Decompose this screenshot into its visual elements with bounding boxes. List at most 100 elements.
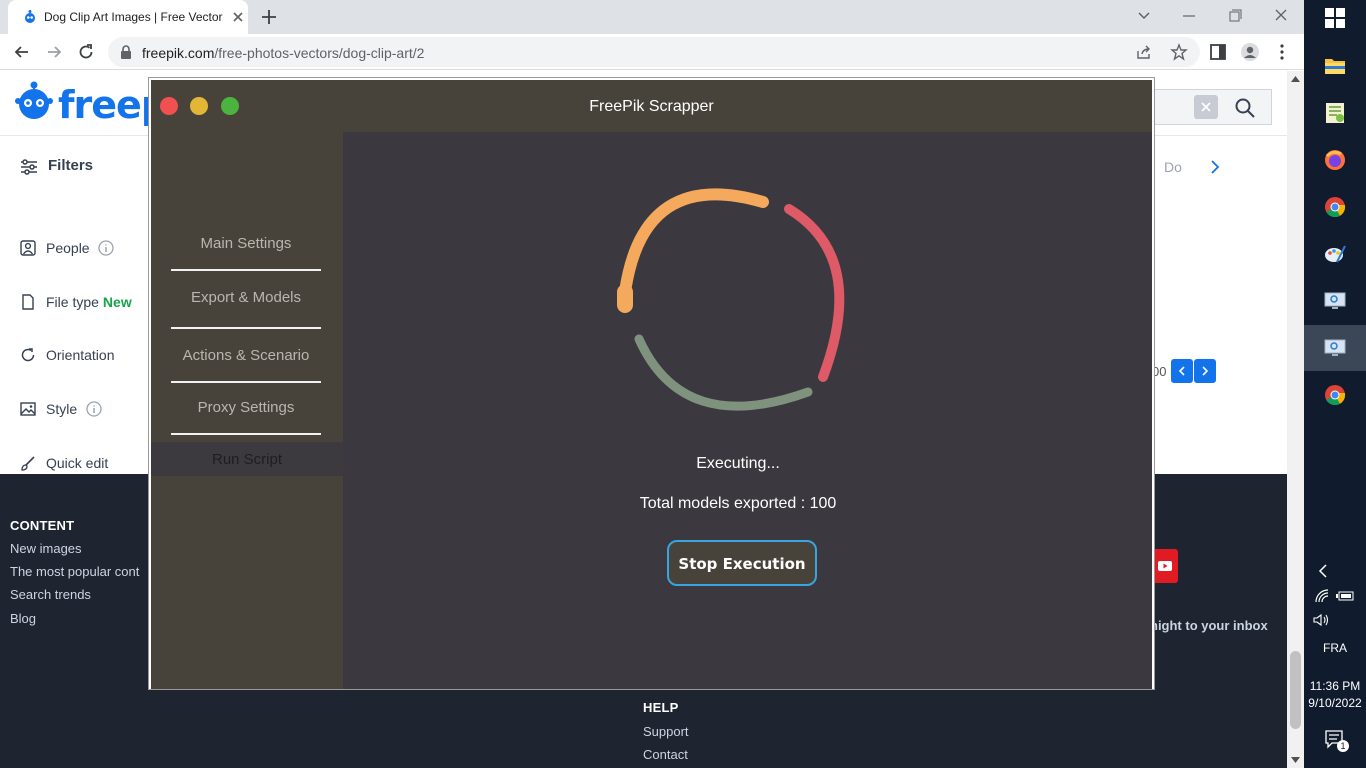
execution-status: Executing... xyxy=(696,455,780,472)
nav-proxy-settings[interactable]: Proxy Settings xyxy=(171,383,321,435)
footer-link[interactable]: New images xyxy=(10,541,82,556)
footer-link[interactable]: Contact xyxy=(643,747,688,762)
filters-icon[interactable] xyxy=(20,159,38,175)
filters-label[interactable]: Filters xyxy=(48,157,93,174)
close-tab-icon[interactable] xyxy=(230,9,246,25)
chevron-left-icon xyxy=(1178,366,1185,376)
next-page-button[interactable] xyxy=(1194,359,1216,383)
back-arrow-icon[interactable] xyxy=(12,42,32,62)
app-sidebar: Main Settings Export & Models Actions & … xyxy=(151,132,343,689)
clock-time[interactable]: 11:36 PM xyxy=(1304,679,1366,693)
notification-count: 1 xyxy=(1337,740,1349,752)
app-window: FreePik Scrapper Main Settings Export & … xyxy=(148,77,1155,690)
windows-taskbar: FRA 11:36 PM 9/10/2022 1 xyxy=(1304,0,1366,768)
filter-quick-edit-label: Quick edit xyxy=(46,455,109,471)
notepad-plus-icon[interactable] xyxy=(1323,101,1347,125)
nav-label: Main Settings xyxy=(200,235,292,252)
filter-style-label: Style xyxy=(46,401,78,417)
lock-icon[interactable] xyxy=(120,45,132,59)
info-icon[interactable] xyxy=(86,401,102,417)
clear-search-button[interactable] xyxy=(1194,95,1218,119)
nav-export-models[interactable]: Export & Models xyxy=(171,273,321,329)
scroll-thumb[interactable] xyxy=(1290,651,1301,729)
total-models-exported: Total models exported : 100 xyxy=(639,495,837,512)
filter-people-label: People xyxy=(46,240,90,256)
footer-link[interactable]: Search trends xyxy=(10,587,91,602)
forward-arrow-icon[interactable] xyxy=(44,42,64,62)
browser-tab[interactable]: Dog Clip Art Images | Free Vector xyxy=(8,0,248,34)
chrome-icon[interactable] xyxy=(1323,195,1347,219)
remote-desktop-icon[interactable] xyxy=(1323,336,1347,360)
search-icon[interactable] xyxy=(1234,97,1256,119)
filter-file-type-label: File type xyxy=(46,294,99,310)
chrome-icon[interactable] xyxy=(1323,383,1347,407)
app-content: Executing... Total models exported : 100… xyxy=(343,132,1152,689)
tab-title: Dog Clip Art Images | Free Vector xyxy=(44,10,223,24)
footer-help-heading: HELP xyxy=(643,700,679,715)
prev-page-button[interactable] xyxy=(1171,359,1193,383)
freepik-favicon-icon xyxy=(25,10,35,23)
footer-link[interactable]: The most popular cont xyxy=(10,564,139,579)
app-titlebar[interactable]: FreePik Scrapper xyxy=(151,80,1152,132)
footer-link[interactable]: Blog xyxy=(10,611,36,626)
stop-execution-button[interactable]: Stop Execution xyxy=(667,540,817,586)
nav-main-settings[interactable]: Main Settings xyxy=(171,219,321,271)
file-icon xyxy=(22,294,34,310)
chevron-right-icon xyxy=(1202,366,1209,376)
browser-tabstrip: Dog Clip Art Images | Free Vector xyxy=(0,0,1304,34)
nav-actions-scenario[interactable]: Actions & Scenario xyxy=(171,331,321,383)
url-text: freepik.com/free-photos-vectors/dog-clip… xyxy=(142,45,425,61)
firefox-icon[interactable] xyxy=(1323,148,1347,172)
nav-label: Export & Models xyxy=(190,289,302,306)
chevron-right-icon[interactable] xyxy=(1206,157,1224,177)
footer-content-heading: CONTENT xyxy=(10,518,75,533)
reload-icon[interactable] xyxy=(76,42,96,62)
youtube-icon xyxy=(1158,561,1172,571)
new-tab-icon[interactable] xyxy=(260,8,278,26)
person-icon xyxy=(20,240,36,256)
battery-icon[interactable] xyxy=(1336,588,1356,604)
spinner-arc-orange xyxy=(619,188,769,298)
browser-menu-icon[interactable] xyxy=(1272,42,1292,62)
newsletter-text-fragment: night to your inbox xyxy=(1150,618,1268,633)
youtube-button[interactable] xyxy=(1152,549,1178,583)
side-panel-icon[interactable] xyxy=(1208,42,1228,62)
clear-icon xyxy=(1201,102,1211,112)
search-area[interactable] xyxy=(1150,89,1272,125)
windows-start-icon[interactable] xyxy=(1325,8,1345,28)
nav-run-script[interactable]: Run Script xyxy=(151,442,343,476)
paint-icon[interactable] xyxy=(1323,242,1347,266)
page-scrollbar[interactable] xyxy=(1287,71,1304,768)
address-bar[interactable]: freepik.com/free-photos-vectors/dog-clip… xyxy=(108,37,1200,67)
bookmark-star-icon[interactable] xyxy=(1170,43,1188,61)
footer-link[interactable]: Support xyxy=(643,724,689,739)
wifi-icon[interactable] xyxy=(1314,588,1330,604)
profile-avatar-icon[interactable] xyxy=(1240,42,1260,62)
scroll-down-icon[interactable] xyxy=(1291,756,1300,764)
volume-icon[interactable] xyxy=(1312,612,1330,628)
restore-icon[interactable] xyxy=(1223,6,1247,26)
scroll-up-icon[interactable] xyxy=(1291,75,1300,83)
image-icon xyxy=(20,402,36,416)
spinner-arc-red xyxy=(784,204,845,382)
file-explorer-icon[interactable] xyxy=(1323,54,1347,78)
brush-icon xyxy=(21,456,35,471)
remote-desktop-icon[interactable] xyxy=(1323,289,1347,313)
share-icon[interactable] xyxy=(1136,44,1152,60)
tab-search-icon[interactable] xyxy=(1132,6,1156,26)
new-badge: New xyxy=(102,294,132,310)
nav-label: Proxy Settings xyxy=(197,399,295,416)
chevron-left-icon[interactable] xyxy=(1316,562,1330,580)
rotate-icon xyxy=(21,348,35,362)
nav-label: Actions & Scenario xyxy=(182,347,310,364)
language-indicator[interactable]: FRA xyxy=(1304,641,1366,655)
related-tag-fragment[interactable]: Do xyxy=(1164,159,1182,175)
spinner-arc-green xyxy=(634,334,813,411)
app-title: FreePik Scrapper xyxy=(589,98,714,115)
browser-toolbar: freepik.com/free-photos-vectors/dog-clip… xyxy=(0,34,1304,70)
loading-spinner xyxy=(617,188,845,411)
info-icon[interactable] xyxy=(98,240,114,256)
minimize-icon[interactable] xyxy=(1177,6,1201,26)
clock-date[interactable]: 9/10/2022 xyxy=(1304,696,1366,710)
close-window-icon[interactable] xyxy=(1269,6,1293,26)
